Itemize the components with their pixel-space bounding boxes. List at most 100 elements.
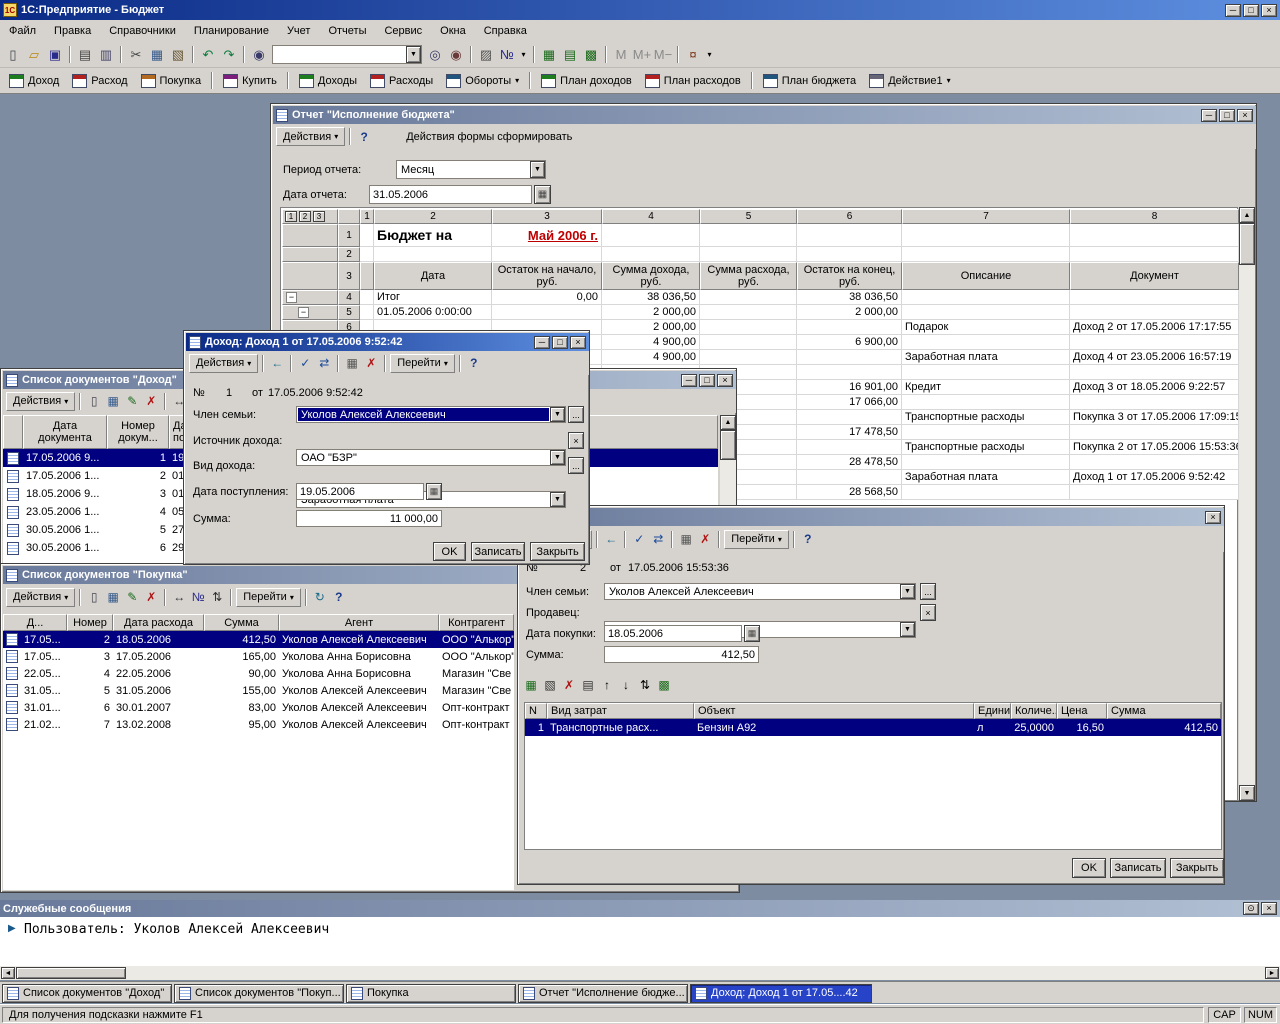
ptable-header-1[interactable]: Вид затрат xyxy=(547,703,694,719)
cell-unit[interactable]: л xyxy=(974,719,1011,736)
close-button[interactable]: Закрыть xyxy=(1170,858,1224,878)
cell-r5-c1[interactable] xyxy=(360,305,374,320)
back-icon[interactable]: ← xyxy=(268,354,286,373)
purchase-list-row-2[interactable]: 17.05...218.05.2006412,50Уколов Алексей … xyxy=(3,631,514,648)
cell-r8-c5[interactable] xyxy=(700,350,797,365)
action-button-purchase[interactable]: Покупка xyxy=(135,70,208,92)
cell-r13-c7[interactable] xyxy=(902,425,1070,440)
column-header-2[interactable]: 2 xyxy=(374,209,492,224)
cell-r1-c2[interactable]: Бюджет на xyxy=(374,224,492,247)
post-document-icon[interactable]: ✓ xyxy=(296,354,314,373)
copy-icon[interactable]: ▦ xyxy=(147,45,167,65)
movements-icon[interactable]: ⇄ xyxy=(315,354,333,373)
chevron-down-icon[interactable]: ▼ xyxy=(550,450,565,465)
goto-menu-button[interactable]: Перейти▾ xyxy=(390,354,455,373)
find-next-icon[interactable]: ◉ xyxy=(446,45,466,65)
minimize-icon[interactable]: ─ xyxy=(1225,4,1241,17)
cell-r1-c6[interactable] xyxy=(797,224,902,247)
delete-mark-icon[interactable]: ✗ xyxy=(696,530,714,549)
cell-r6-c5[interactable] xyxy=(700,320,797,335)
memory-minus-icon[interactable]: М− xyxy=(653,45,673,65)
cell-r6-c8[interactable]: Доход 2 от 17.05.2006 17:17:55 xyxy=(1070,320,1239,335)
menu-edit[interactable]: Правка xyxy=(45,21,100,41)
actions-menu-button[interactable]: Действия▾ xyxy=(276,127,345,146)
cell-r3-c5[interactable]: Сумма расхода, руб. xyxy=(700,262,797,290)
member-combo[interactable]: Уколов Алексей Алексеевич ▼ xyxy=(604,583,916,600)
scroll-down-icon[interactable]: ▼ xyxy=(1239,785,1255,801)
cell-r10-c8[interactable]: Доход 3 от 18.05.2006 9:22:57 xyxy=(1070,380,1239,395)
memory-plus-icon[interactable]: М+ xyxy=(632,45,652,65)
cell-r9-c6[interactable] xyxy=(797,365,902,380)
chevron-down-icon[interactable]: ▼ xyxy=(900,622,915,637)
column-header-6[interactable]: 6 xyxy=(797,209,902,224)
scroll-up-icon[interactable]: ▲ xyxy=(1239,207,1255,223)
new-document-icon[interactable]: ▯ xyxy=(85,392,103,411)
restore-icon[interactable]: □ xyxy=(1243,4,1259,17)
purchase-header-2[interactable]: Дата расхода xyxy=(113,614,204,631)
sort-icon[interactable]: ⇅ xyxy=(208,588,226,607)
window-tab-income-doc[interactable]: Доход: Доход 1 от 17.05....42 xyxy=(690,984,872,1003)
action-button-expenses[interactable]: Расходы xyxy=(364,70,439,92)
delete-mark-icon[interactable]: ✗ xyxy=(142,588,160,607)
source-clear-button[interactable]: × xyxy=(568,432,584,449)
row-number[interactable]: 5 xyxy=(338,305,360,320)
cell-r4-c2[interactable]: Итог xyxy=(374,290,492,305)
row-number[interactable]: 4 xyxy=(338,290,360,305)
table-open-icon[interactable]: ▤ xyxy=(560,45,580,65)
cell-r12-c6[interactable] xyxy=(797,410,902,425)
menu-catalogs[interactable]: Справочники xyxy=(100,21,185,41)
cell-object[interactable]: Бензин А92 xyxy=(694,719,974,736)
cell-r6-c6[interactable] xyxy=(797,320,902,335)
scroll-left-icon[interactable]: ◄ xyxy=(1,967,15,979)
move-down-icon[interactable]: ↓ xyxy=(617,676,635,695)
cell-r17-c6[interactable]: 28 568,50 xyxy=(797,485,902,500)
maximize-icon[interactable]: □ xyxy=(699,374,715,387)
number-question-icon[interactable]: № xyxy=(497,45,517,65)
cell-r3-c8[interactable]: Документ xyxy=(1070,262,1239,290)
cell-r2-c8[interactable] xyxy=(1070,247,1239,262)
close-icon[interactable]: × xyxy=(1237,109,1253,122)
close-icon[interactable]: × xyxy=(1261,902,1277,915)
find-icon[interactable]: ◎ xyxy=(425,45,445,65)
copy-icon[interactable]: ▦ xyxy=(677,530,695,549)
window-tab-purchase-doc[interactable]: Покупка xyxy=(346,984,516,1003)
cell-r13-c6[interactable]: 17 478,50 xyxy=(797,425,902,440)
cell-r11-c6[interactable]: 17 066,00 xyxy=(797,395,902,410)
cell-r10-c7[interactable]: Кредит xyxy=(902,380,1070,395)
goto-menu-button[interactable]: Перейти▾ xyxy=(236,588,301,607)
cell-r15-c7[interactable] xyxy=(902,455,1070,470)
pin-icon[interactable]: ⊙ xyxy=(1243,902,1259,915)
cell-r14-c6[interactable] xyxy=(797,440,902,455)
print-icon[interactable]: ▤ xyxy=(75,45,95,65)
search-combo[interactable]: ▼ xyxy=(272,45,422,64)
write-button[interactable]: Записать xyxy=(1110,858,1166,878)
report-date-input[interactable]: 31.05.2006 xyxy=(369,185,532,204)
cell-r1-c1[interactable] xyxy=(360,224,374,247)
purchase-header-4[interactable]: Агент xyxy=(279,614,439,631)
delete-mark-icon[interactable]: ✗ xyxy=(362,354,380,373)
binoculars-icon[interactable]: ◉ xyxy=(249,45,269,65)
cell-r14-c7[interactable]: Транспортные расходы xyxy=(902,440,1070,455)
cell-price[interactable]: 16,50 xyxy=(1057,719,1107,736)
actions-menu-button[interactable]: Действия▾ xyxy=(6,392,75,411)
purchase-header-0[interactable]: Д... xyxy=(3,614,67,631)
app-titlebar[interactable]: 1С 1С:Предприятие - Бюджет ─ □ × xyxy=(0,0,1280,20)
cell-r3-c6[interactable]: Остаток на конец, руб. xyxy=(797,262,902,290)
actions-menu-button[interactable]: Действия▾ xyxy=(189,354,258,373)
cell-r15-c6[interactable]: 28 478,50 xyxy=(797,455,902,470)
cell-r6-c7[interactable]: Подарок xyxy=(902,320,1070,335)
cell-r7-c4[interactable]: 4 900,00 xyxy=(602,335,700,350)
cell-r2-c3[interactable] xyxy=(492,247,602,262)
back-icon[interactable]: ← xyxy=(602,530,620,549)
cell-r5-c8[interactable] xyxy=(1070,305,1239,320)
income-header-0[interactable] xyxy=(3,415,23,449)
action-button-plan-expenses[interactable]: План расходов xyxy=(639,70,747,92)
cell-r5-c7[interactable] xyxy=(902,305,1070,320)
cell-r11-c7[interactable] xyxy=(902,395,1070,410)
cell-r3-c1[interactable] xyxy=(360,262,374,290)
cell-r1-c7[interactable] xyxy=(902,224,1070,247)
minimize-icon[interactable]: ─ xyxy=(681,374,697,387)
purchase-list-row-3[interactable]: 17.05...317.05.2006165,00Уколова Анна Бо… xyxy=(3,648,514,665)
cell-r8-c6[interactable] xyxy=(797,350,902,365)
scroll-up-icon[interactable]: ▲ xyxy=(720,415,736,430)
